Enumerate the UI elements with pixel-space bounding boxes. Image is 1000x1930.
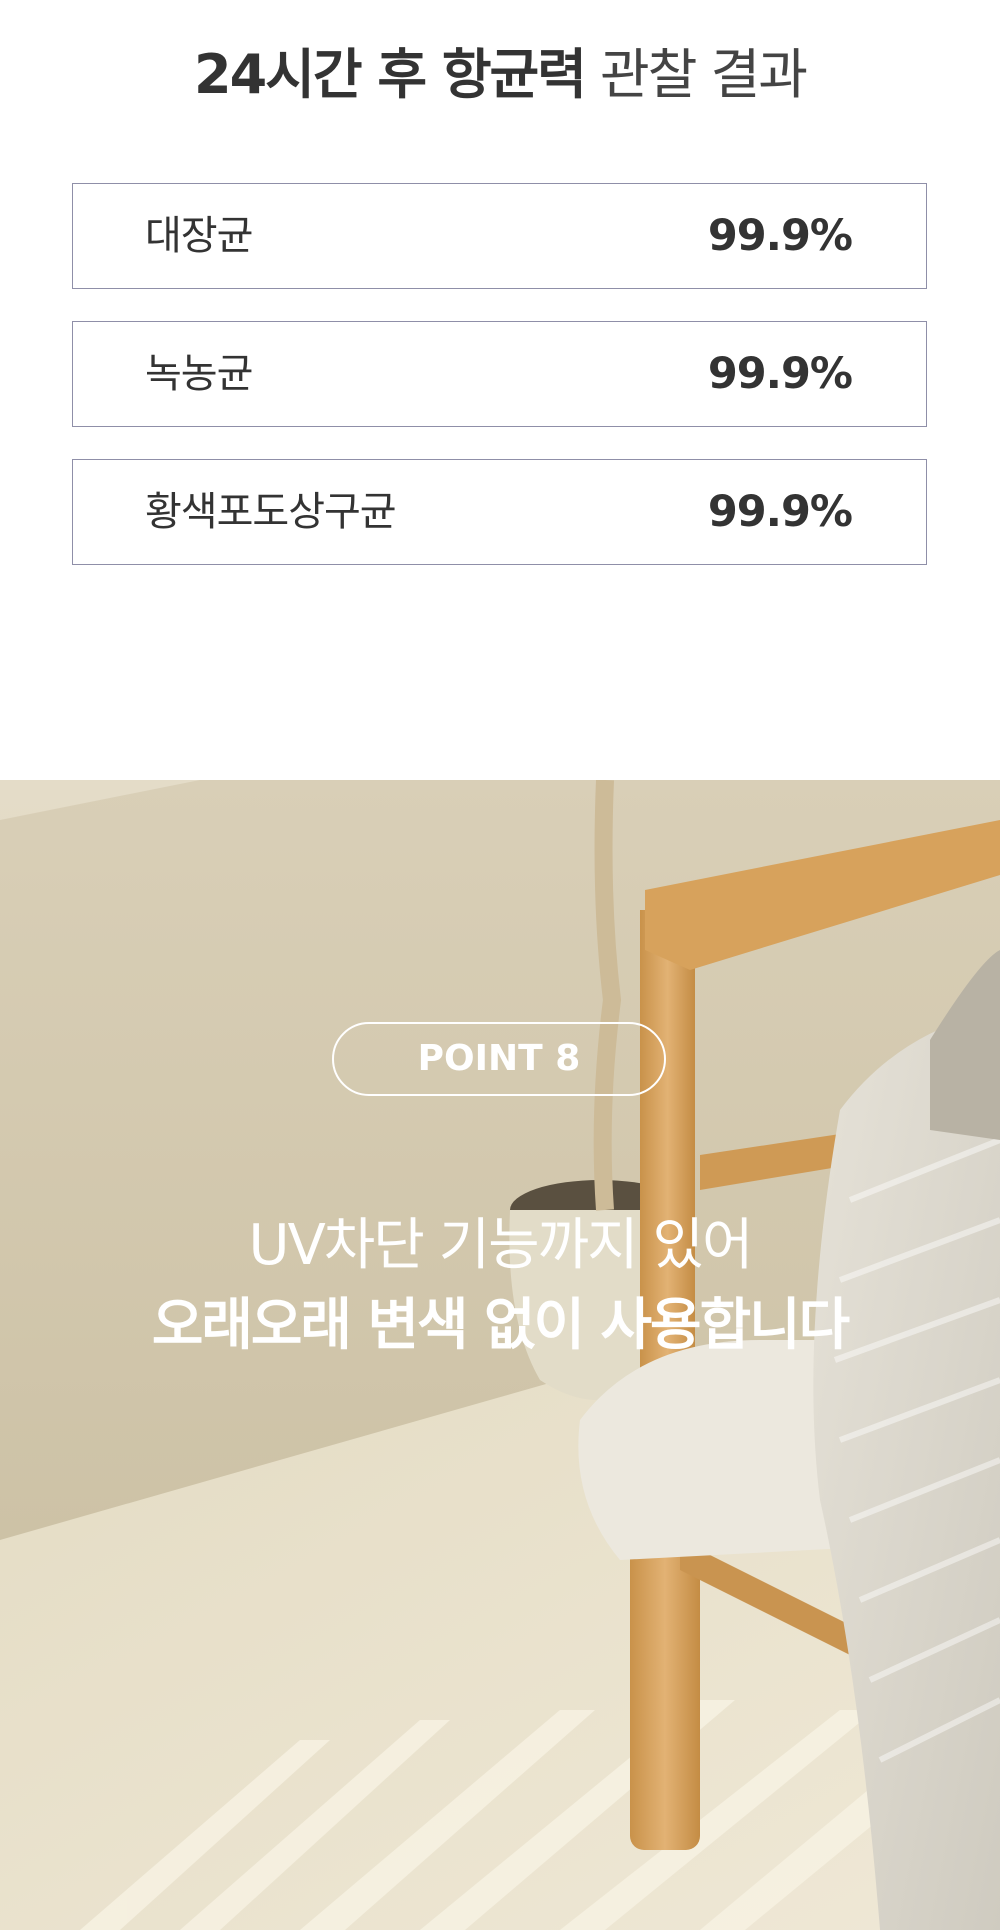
result-value: 99.9% (707, 211, 853, 261)
antibacterial-results-section: 24시간 후 항균력 관찰 결과 대장균 99.9% 녹농균 99.9% 황색포… (0, 0, 1000, 780)
result-value: 99.9% (707, 487, 853, 537)
result-row-pseudomonas: 녹농균 99.9% (72, 321, 927, 427)
title-bold: 24시간 후 항균력 (194, 43, 587, 106)
result-label: 황색포도상구균 (145, 489, 397, 535)
point-badge: POINT 8 (332, 1022, 666, 1096)
result-row-staphylococcus: 황색포도상구균 99.9% (72, 459, 927, 565)
section-title: 24시간 후 항균력 관찰 결과 (0, 38, 1000, 112)
result-row-ecoli: 대장균 99.9% (72, 183, 927, 289)
feature-headline-line2: 오래오래 변색 없이 사용합니다 (151, 1293, 850, 1358)
feature-headline-line1: UV차단 기능까지 있어 (248, 1213, 753, 1278)
result-label: 녹농균 (145, 351, 253, 397)
result-value: 99.9% (707, 349, 853, 399)
title-light: 관찰 결과 (600, 43, 808, 106)
feature-photo-banner: POINT 8 UV차단 기능까지 있어 오래오래 변색 없이 사용합니다 (0, 780, 1000, 1930)
result-label: 대장균 (145, 213, 253, 259)
